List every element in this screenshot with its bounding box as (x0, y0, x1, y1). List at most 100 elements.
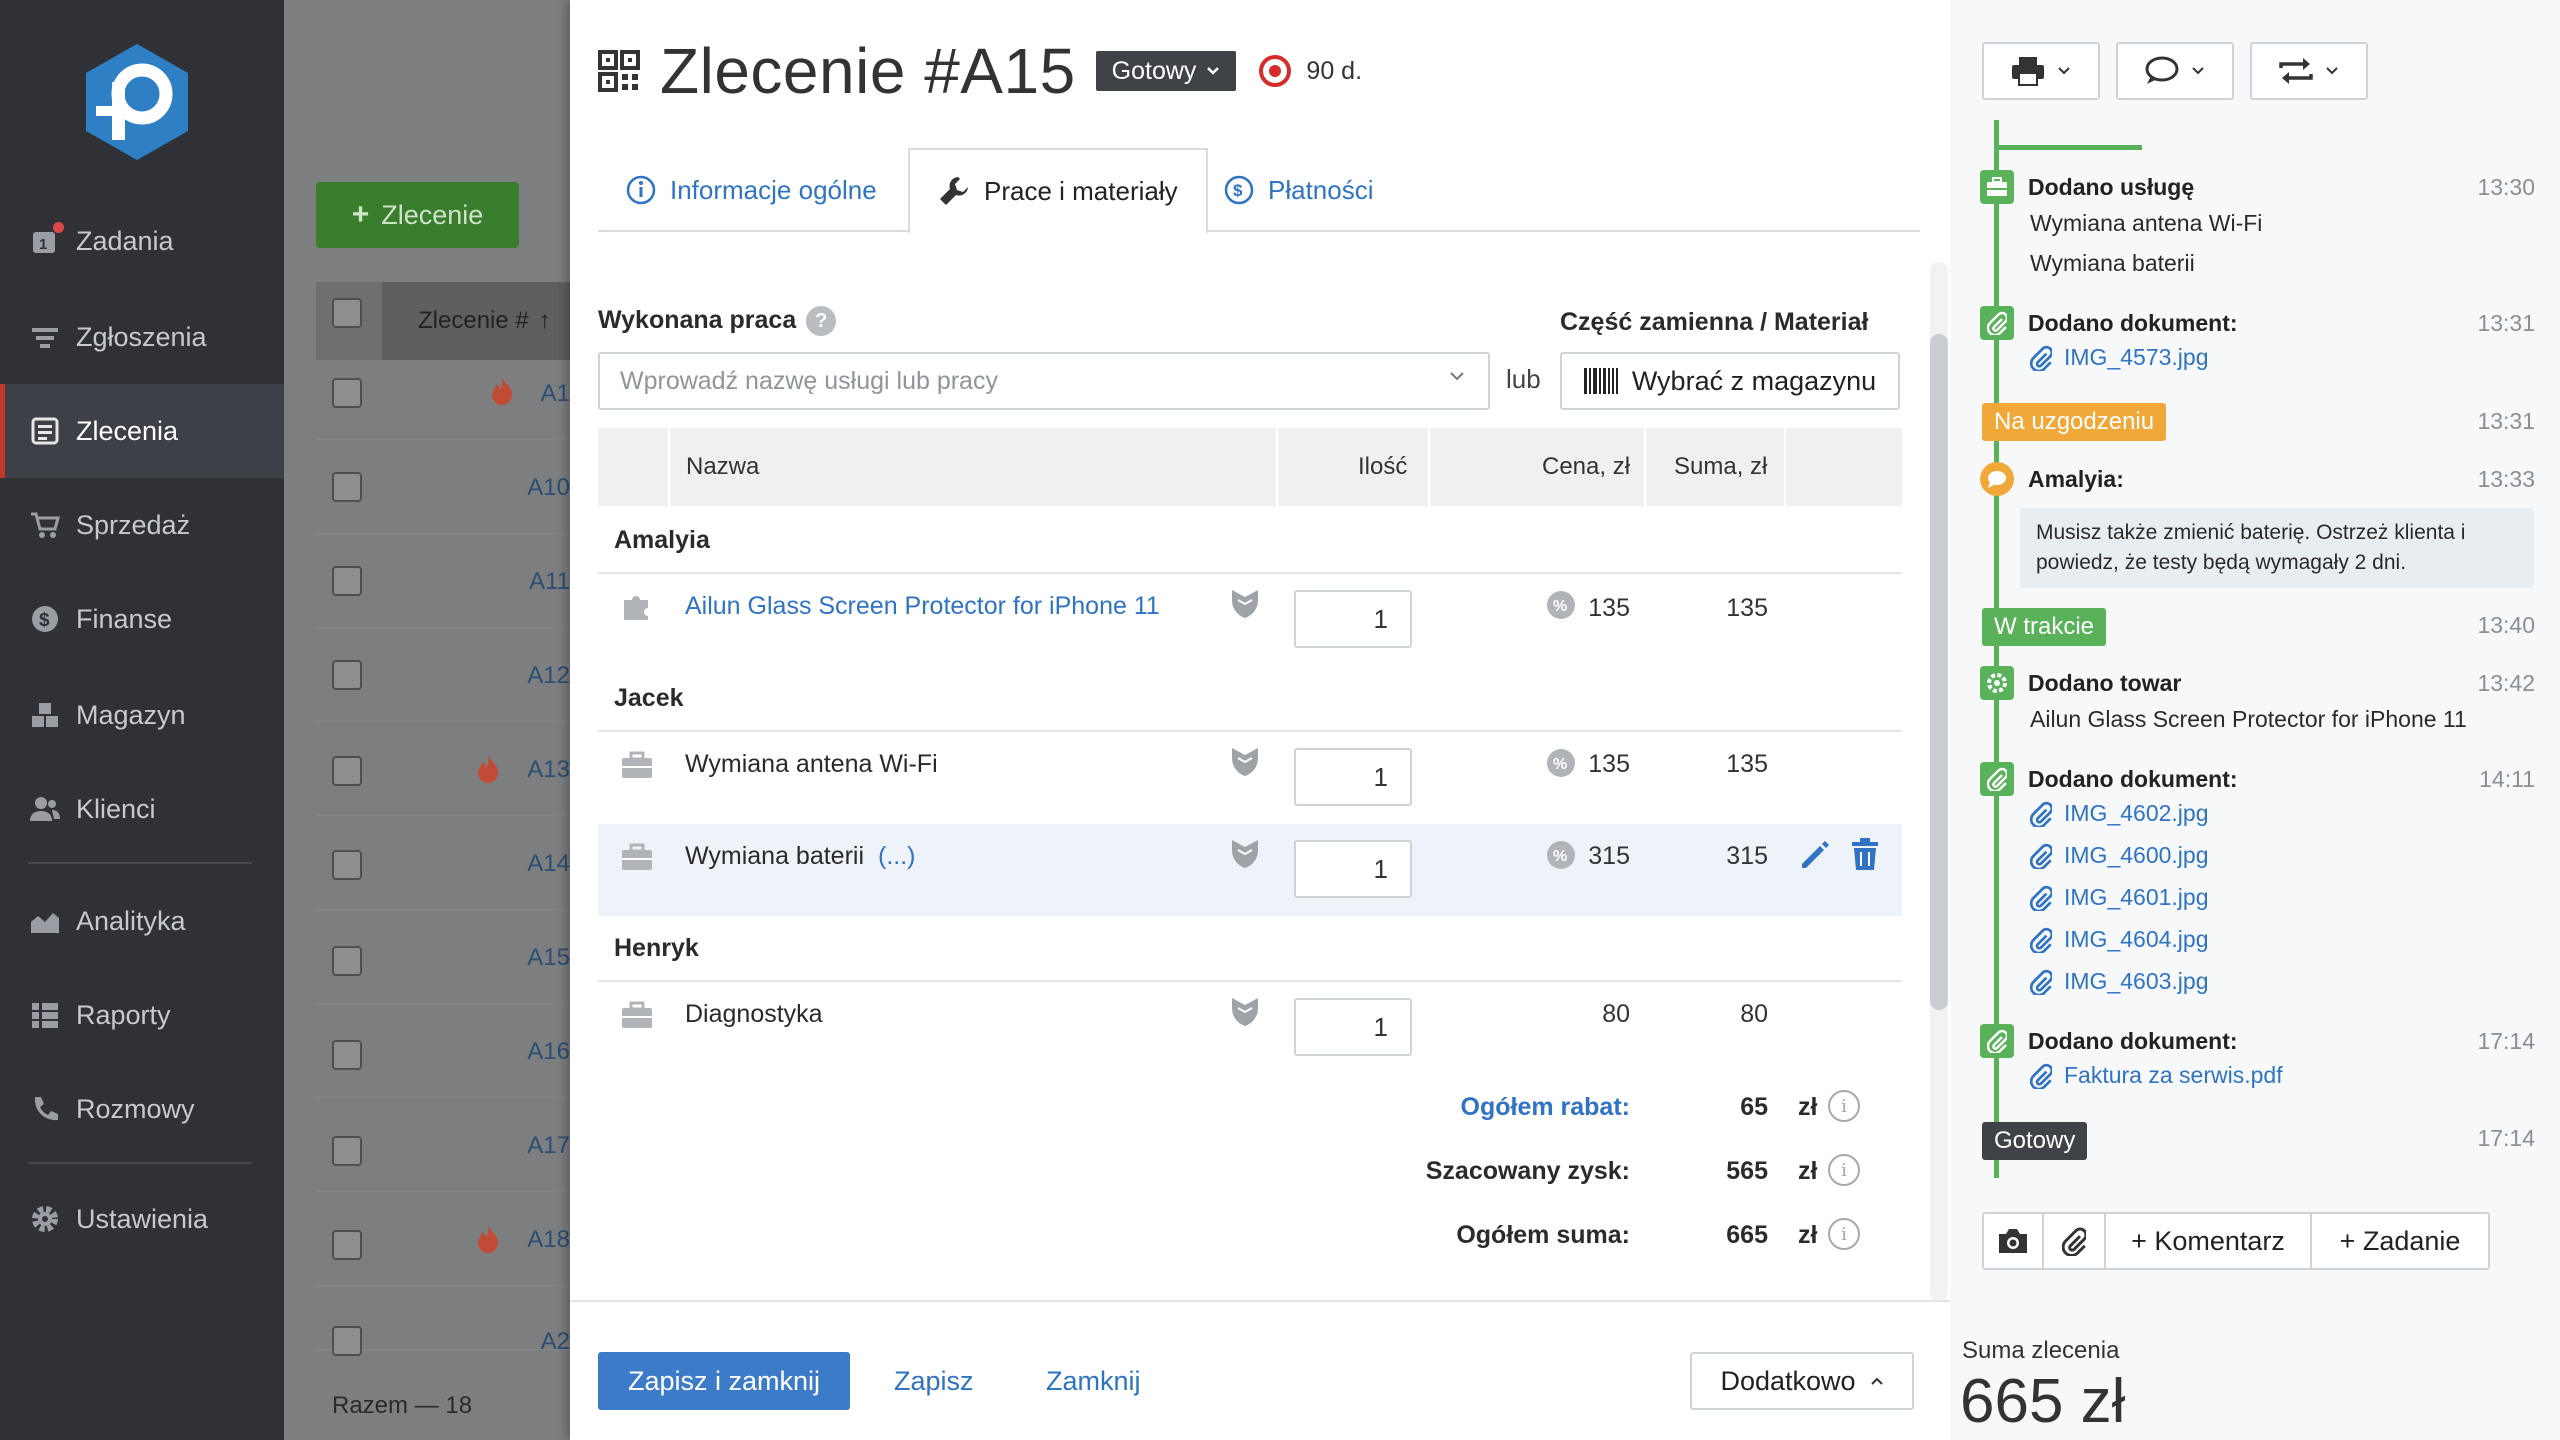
total-discount-label[interactable]: Ogółem rabat: (1461, 1093, 1630, 1122)
row-checkbox[interactable] (332, 756, 362, 786)
save-button[interactable]: Zapisz (894, 1366, 974, 1397)
row-checkbox[interactable] (332, 378, 362, 408)
attached-file-link[interactable]: IMG_4573.jpg (2030, 344, 2208, 371)
timeline-text: Wymiana antena Wi-Fi (2030, 210, 2263, 236)
row-checkbox[interactable] (332, 850, 362, 880)
discount-icon[interactable]: % (1546, 748, 1576, 778)
item-name-link[interactable]: Ailun Glass Screen Protector for iPhone … (685, 592, 1160, 621)
quantity-input[interactable]: 1 (1294, 840, 1412, 898)
attached-file-link[interactable]: IMG_4604.jpg (2030, 926, 2208, 953)
warranty-shield-icon[interactable] (1230, 838, 1260, 870)
chevron-down-icon[interactable] (1448, 370, 1466, 382)
chevron-down-icon (2192, 67, 2204, 75)
scrollbar-thumb[interactable] (1930, 334, 1948, 1010)
paperclip-icon (2030, 801, 2052, 827)
row-checkbox[interactable] (332, 1326, 362, 1356)
transfer-button[interactable] (2250, 42, 2368, 100)
sidebar-item-zadania[interactable]: 1 Zadania (0, 194, 284, 288)
item-sum: 315 (1726, 842, 1768, 870)
warranty-shield-icon[interactable] (1230, 746, 1260, 778)
sidebar-item-ustawienia[interactable]: Ustawienia (0, 1172, 284, 1266)
tab-works-materials[interactable]: Prace i materiały (908, 148, 1208, 234)
printer-icon (2012, 57, 2044, 86)
discount-icon[interactable]: % (1546, 840, 1576, 870)
row-checkbox[interactable] (332, 566, 362, 596)
attached-file-link[interactable]: Faktura za serwis.pdf (2030, 1062, 2283, 1089)
row-checkbox[interactable] (332, 1136, 362, 1166)
row-checkbox[interactable] (332, 660, 362, 690)
sidebar-item-analityka[interactable]: Analityka (0, 874, 284, 968)
select-all-checkbox[interactable] (332, 298, 362, 328)
service-input[interactable]: Wprowadź nazwę usługi lub pracy (598, 352, 1490, 410)
row-checkbox[interactable] (332, 1230, 362, 1260)
item-sum: 135 (1726, 750, 1768, 778)
row-checkbox[interactable] (332, 946, 362, 976)
status-badge: W trakcie (1982, 608, 2107, 646)
row-checkbox[interactable] (332, 472, 362, 502)
warranty-shield-icon[interactable] (1230, 996, 1260, 1028)
help-icon[interactable]: ? (806, 306, 837, 337)
close-button[interactable]: Zamknij (1046, 1366, 1141, 1397)
timeline-entry-title: Dodano dokument: (2028, 310, 2238, 336)
estimated-profit-label: Szacowany zysk: (1425, 1157, 1630, 1185)
fire-icon (478, 755, 498, 783)
quantity-input[interactable]: 1 (1294, 998, 1412, 1056)
message-button[interactable] (2116, 42, 2234, 100)
more-details-link[interactable]: (...) (878, 842, 916, 870)
add-task-button[interactable]: + Zadanie (2310, 1212, 2490, 1270)
info-icon[interactable]: i (1828, 1090, 1860, 1122)
qr-code-icon[interactable] (598, 50, 640, 92)
quantity-input[interactable]: 1 (1294, 590, 1412, 648)
discount-icon[interactable]: % (1546, 590, 1576, 620)
sidebar-item-sprzedaz[interactable]: Sprzedaż (0, 478, 284, 572)
sidebar-item-label: Zlecenia (76, 415, 179, 446)
sidebar-item-klienci[interactable]: Klienci (0, 762, 284, 856)
attached-file-link[interactable]: IMG_4603.jpg (2030, 968, 2208, 995)
sidebar-item-label: Raporty (76, 999, 171, 1030)
edit-pencil-icon[interactable] (1798, 838, 1832, 872)
column-divider (1428, 428, 1430, 506)
group-header: Amalyia (614, 526, 710, 554)
tab-payments[interactable]: $ Płatności (1196, 148, 1402, 232)
attached-file-link[interactable]: IMG_4600.jpg (2030, 842, 2208, 869)
sidebar-item-zgloszenia[interactable]: Zgłoszenia (0, 290, 284, 384)
sidebar-item-zlecenia[interactable]: Zlecenia (0, 384, 284, 478)
sidebar-item-finanse[interactable]: $ Finanse (0, 572, 284, 666)
row-checkbox[interactable] (332, 1040, 362, 1070)
info-icon[interactable]: i (1828, 1218, 1860, 1250)
tab-general-info[interactable]: Informacje ogólne (598, 148, 905, 232)
select-from-warehouse-button[interactable]: Wybrać z magazynu (1560, 352, 1900, 410)
timeline-time: 14:11 (2479, 766, 2535, 792)
camera-button[interactable] (1982, 1212, 2044, 1270)
sidebar-item-raporty[interactable]: Raporty (0, 968, 284, 1062)
order-sum-label: Suma zlecenia (1962, 1337, 2120, 1364)
item-price: 315 (1588, 842, 1630, 870)
print-button[interactable] (1982, 42, 2100, 100)
status-dropdown[interactable]: Gotowy (1095, 51, 1237, 91)
row-divider (598, 572, 1902, 574)
save-and-close-button[interactable]: Zapisz i zamknij (598, 1352, 850, 1410)
sidebar-item-rozmowy[interactable]: Rozmowy (0, 1062, 284, 1156)
fire-icon (478, 1225, 498, 1253)
app-logo[interactable] (82, 42, 192, 162)
attach-button[interactable] (2042, 1212, 2106, 1270)
sidebar-item-label: Rozmowy (76, 1093, 195, 1124)
quantity-input[interactable]: 1 (1294, 748, 1412, 806)
svg-text:%: % (1553, 756, 1567, 773)
modal-tabs: Informacje ogólne Prace i materiały $ Pł… (598, 148, 1920, 234)
timeline-time: 13:30 (2477, 174, 2535, 200)
info-icon[interactable]: i (1828, 1154, 1860, 1186)
add-comment-button[interactable]: + Komentarz (2104, 1212, 2312, 1270)
chevron-up-icon (1870, 1377, 1883, 1385)
attached-file-link[interactable]: IMG_4601.jpg (2030, 884, 2208, 911)
area-chart-icon (30, 906, 60, 936)
plus-icon: + (351, 198, 370, 231)
add-order-button[interactable]: + Zlecenie (316, 182, 519, 248)
more-options-button[interactable]: Dodatkowo (1690, 1352, 1914, 1410)
paperclip-icon (2030, 1063, 2052, 1089)
sidebar-item-magazyn[interactable]: Magazyn (0, 668, 284, 762)
row-divider (598, 980, 1902, 982)
trash-icon[interactable] (1850, 838, 1880, 872)
warranty-shield-icon[interactable] (1230, 588, 1260, 620)
attached-file-link[interactable]: IMG_4602.jpg (2030, 800, 2208, 827)
